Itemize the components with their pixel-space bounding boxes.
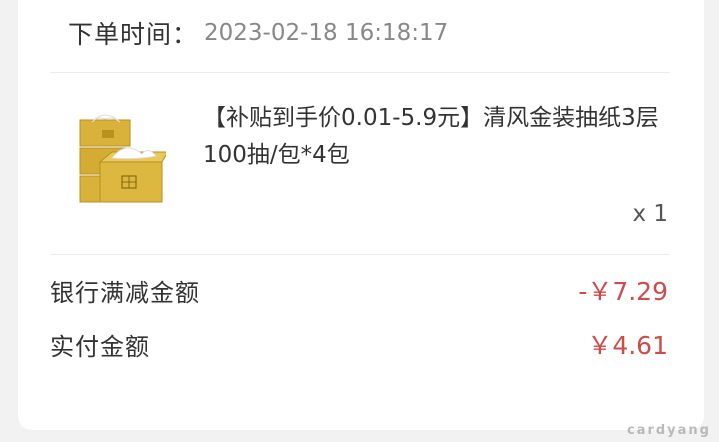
bank-discount-row: 银行满减金额 -￥7.29 [50,270,668,310]
paid-amount-row: 实付金额 ￥4.61 [50,324,668,364]
bank-discount-label: 银行满减金额 [50,278,200,307]
product-title[interactable]: 【补贴到手价0.01-5.9元】清风金装抽纸3层100抽/包*4包 [203,100,678,174]
paid-amount-label: 实付金额 [50,332,150,361]
product-quantity: x 1 [632,201,668,227]
order-card: 下单时间： 2023-02-18 16:18:17 【补贴到手价0.01-5.9… [18,0,704,430]
divider [50,72,670,73]
order-time-label: 下单时间： [68,20,199,49]
tissue-box-pack-icon[interactable] [76,110,166,225]
watermark: cardyang [626,423,711,438]
order-time-row: 下单时间： 2023-02-18 16:18:17 [68,16,448,50]
divider [50,254,670,255]
bank-discount-value: -￥7.29 [578,277,668,306]
order-time-value: 2023-02-18 16:18:17 [204,20,449,46]
paid-amount-value: ￥4.61 [587,331,668,360]
